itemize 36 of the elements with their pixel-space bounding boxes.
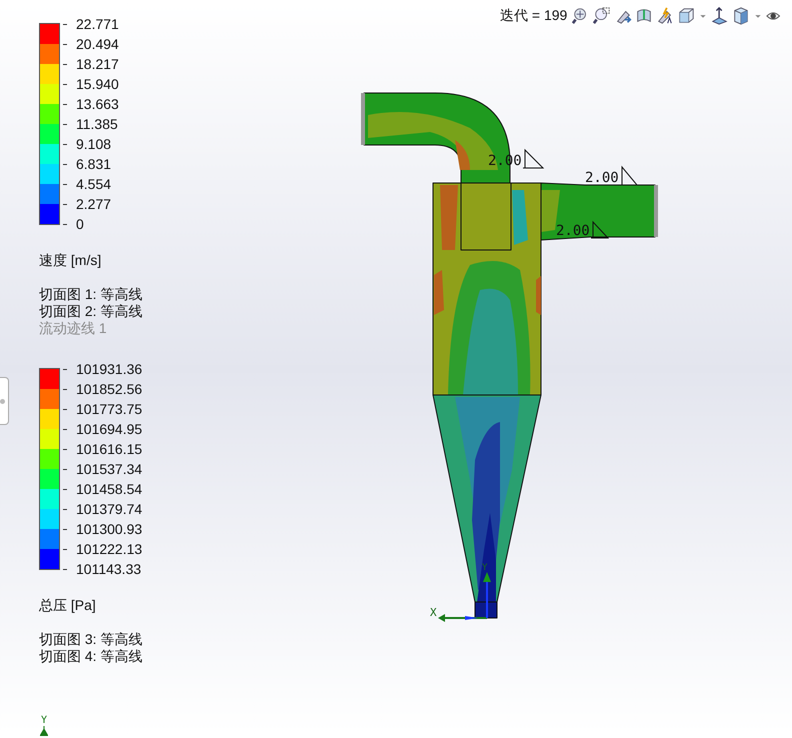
- scale-value: 0: [76, 214, 84, 234]
- scale-value: 101852.56: [76, 380, 142, 398]
- scale-value: 101694.95: [76, 420, 142, 438]
- plot-entry: 切面图 1: 等高线: [39, 286, 142, 303]
- scale-value: 101300.93: [76, 520, 142, 538]
- scale-value: 18.217: [76, 54, 119, 74]
- scale-value: 101222.13: [76, 540, 142, 558]
- plot-entry: 切面图 2: 等高线: [39, 303, 142, 320]
- scale-value: 101931.36: [76, 360, 142, 378]
- plot-entry: 流动迹线 1: [39, 320, 108, 337]
- plot-entry: 切面图 3: 等高线: [39, 631, 142, 648]
- scale-value: 2.277: [76, 194, 112, 214]
- scale-value: 101458.54: [76, 480, 142, 498]
- scale-value: 22.771: [76, 14, 119, 34]
- plot-entry: 切面图 4: 等高线: [39, 648, 142, 665]
- scale-value: 11.385: [76, 114, 118, 134]
- iteration-label: 迭代 = 199: [500, 6, 568, 25]
- unit-label: 总压 [Pa]: [39, 596, 97, 615]
- scale-value: 101143.33: [76, 560, 142, 578]
- dimension-label: 2.00: [585, 170, 619, 186]
- scale-value: 9.108: [76, 134, 112, 154]
- scale-value: 20.494: [76, 34, 119, 54]
- scale-value: 15.940: [76, 74, 119, 94]
- axis-label: Y: [482, 563, 488, 573]
- axis-label: Y: [40, 716, 48, 726]
- scale-value: 101379.74: [76, 500, 142, 518]
- dimension-label: 2.00: [556, 223, 590, 239]
- unit-label: 速度 [m/s]: [39, 251, 102, 270]
- scale-value: 101616.15: [76, 440, 142, 458]
- axis-label: X: [430, 606, 437, 619]
- dimension-label: 2.00: [488, 153, 522, 169]
- scale-value: 101537.34: [76, 460, 142, 478]
- scale-value: 101773.75: [76, 400, 142, 418]
- scale-value: 4.554: [76, 174, 112, 194]
- scale-value: 13.663: [76, 94, 119, 114]
- scale-value: 6.831: [76, 154, 112, 174]
